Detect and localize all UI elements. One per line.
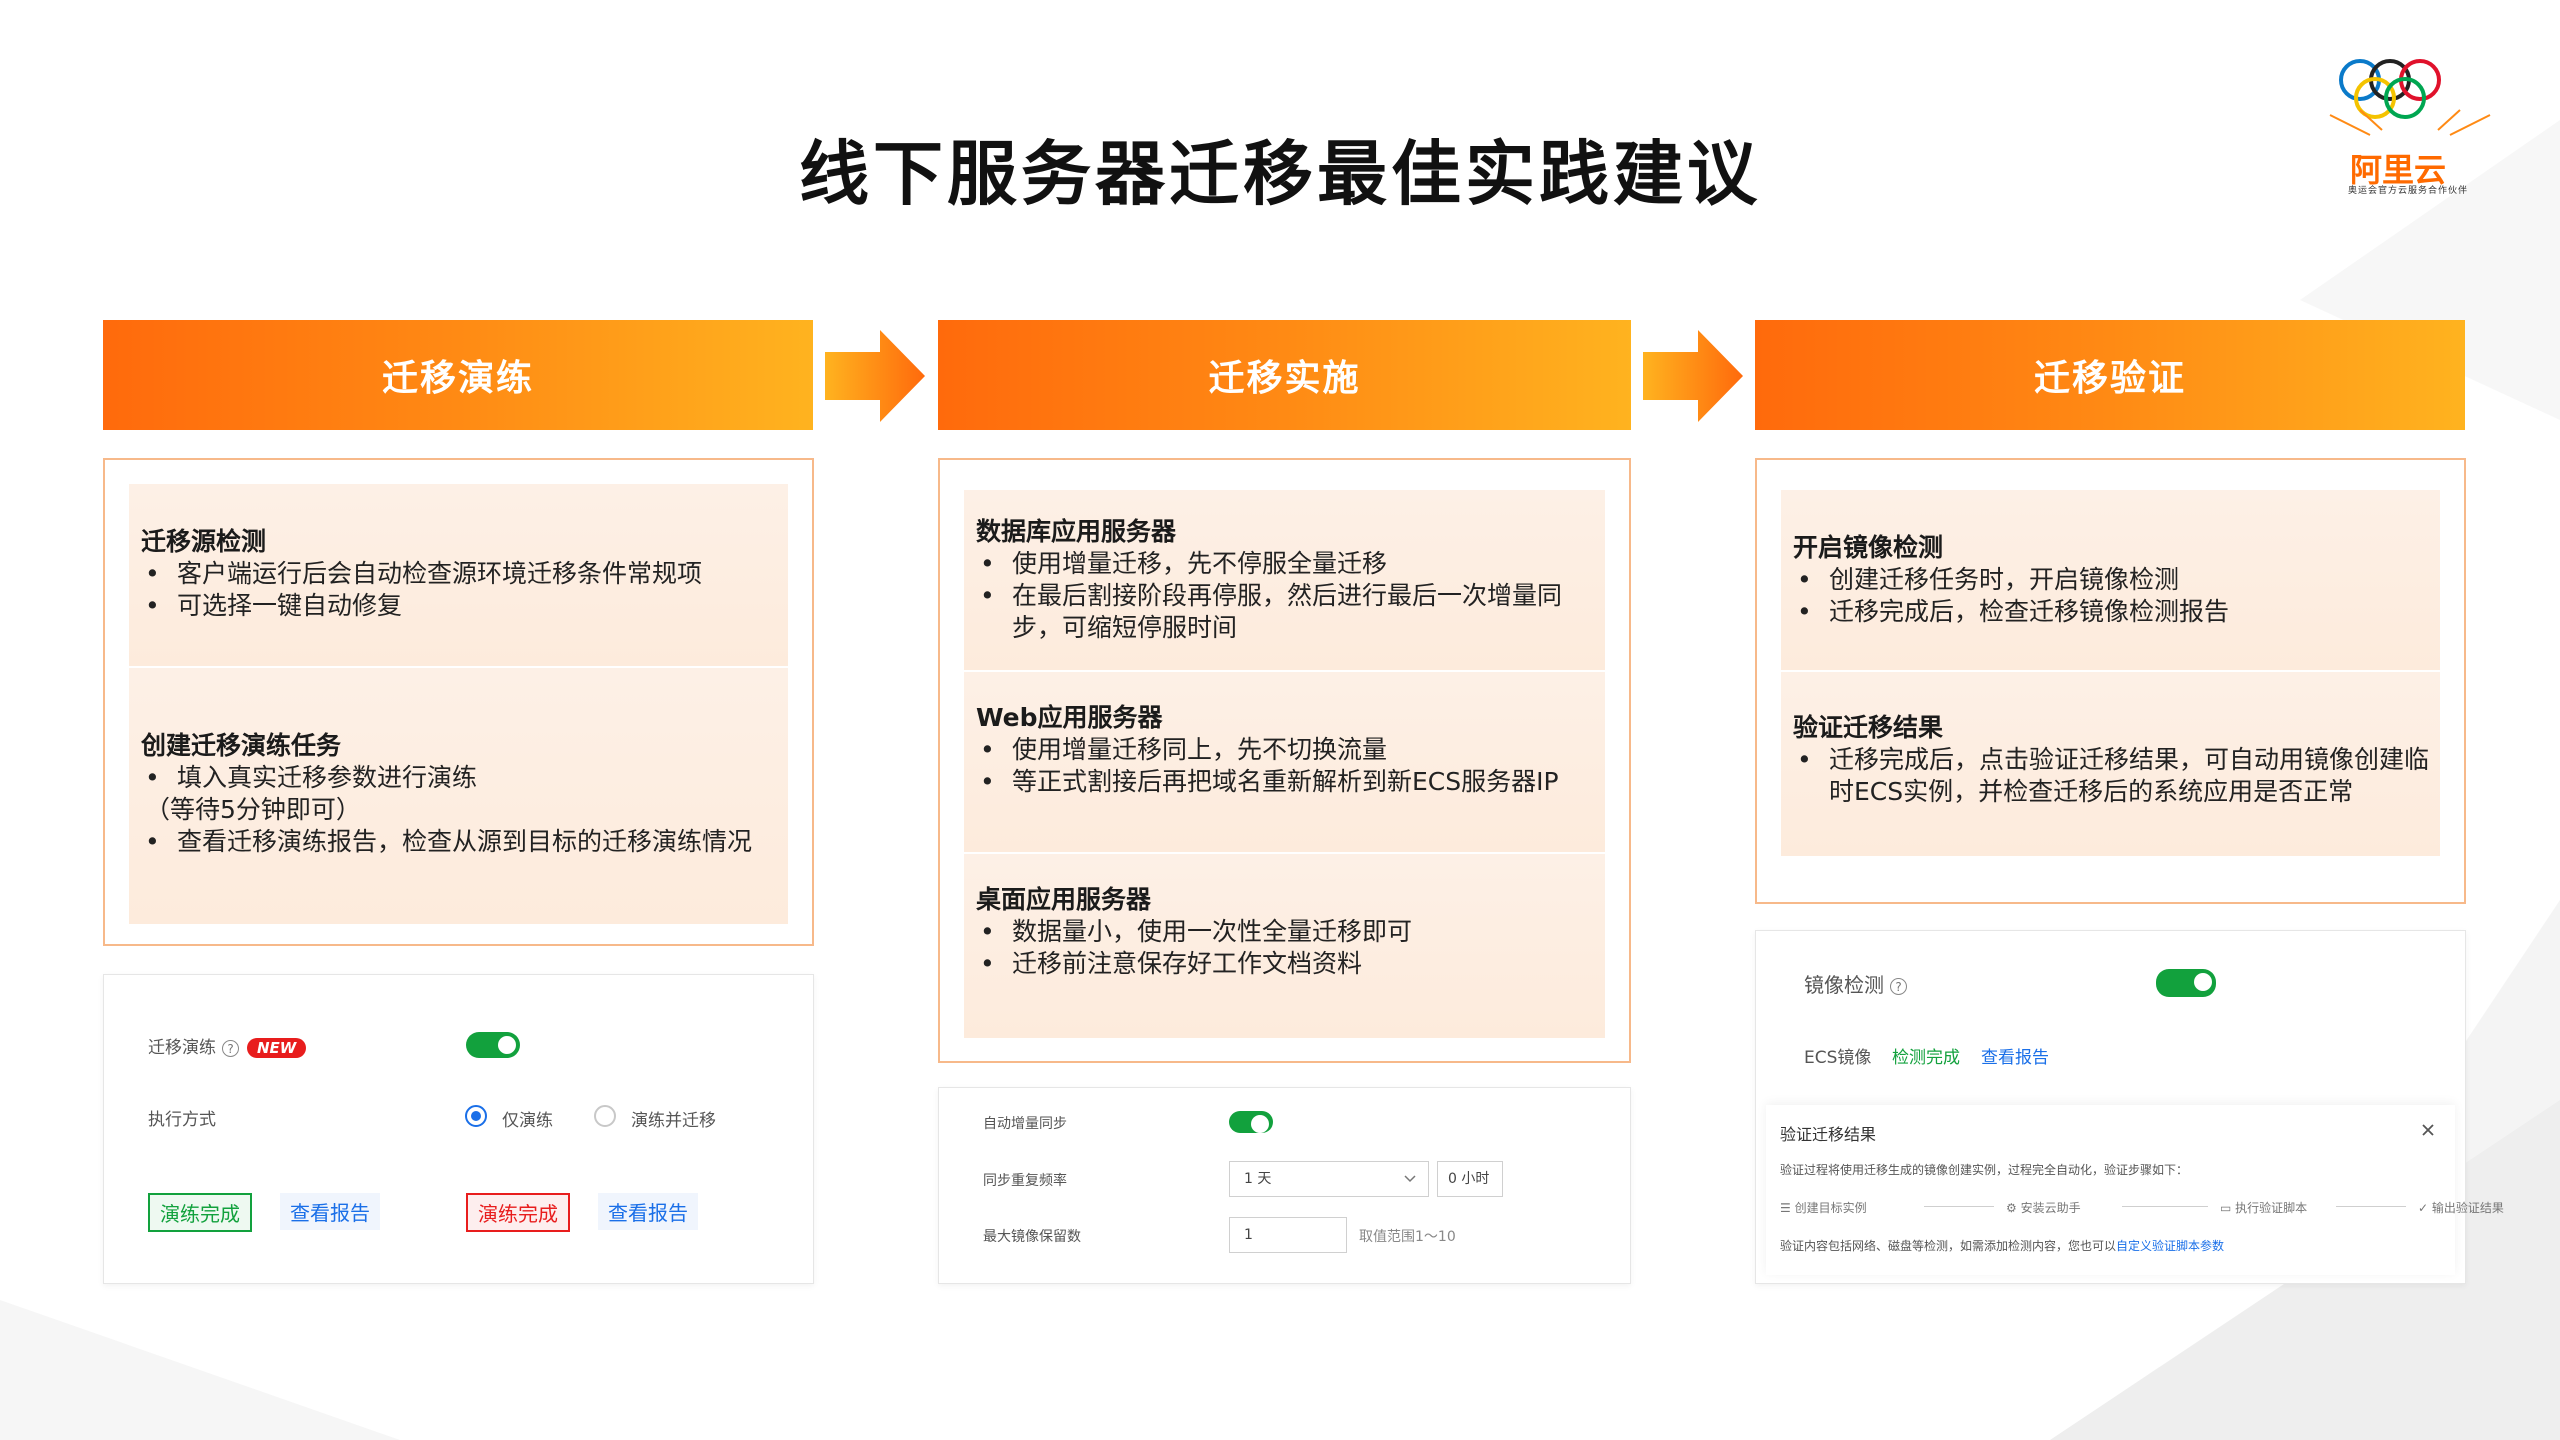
section-image-check: 开启镜像检测 创建迁移任务时，开启镜像检测 迁移完成后，检查迁移镜像检测报告 — [1781, 490, 2440, 670]
radio-drill-only-label[interactable]: 仅演练 — [502, 1106, 553, 1131]
chevron-down-icon — [1404, 1175, 1416, 1183]
step-connector — [2336, 1206, 2406, 1207]
gear-icon: ⚙ — [2006, 1201, 2021, 1215]
radio-drill-and-migrate-label[interactable]: 演练并迁移 — [631, 1106, 716, 1131]
max-images-input[interactable]: 1 — [1229, 1217, 1347, 1253]
drill-label: 迁移演练 — [148, 1038, 216, 1058]
bullet-item: 等正式割接后再把域名重新解析到新ECS服务器IP — [976, 766, 1597, 798]
dialog-step-label: 安装云助手 — [2020, 1201, 2081, 1215]
custom-script-link[interactable]: 自定义验证脚本参数 — [2116, 1239, 2224, 1253]
view-report-link[interactable]: 查看报告 — [1981, 1043, 2049, 1068]
bullet-item: 可选择一键自动修复 — [141, 590, 780, 622]
help-icon[interactable]: ? — [1890, 978, 1907, 995]
script-icon: ▭ — [2220, 1201, 2236, 1215]
image-check-toggle[interactable] — [2156, 969, 2216, 997]
dialog-title: 验证迁移结果 — [1780, 1125, 1877, 1144]
bullet-item: 客户端运行后会自动检查源环境迁移条件常规项 — [141, 558, 780, 590]
bullet-note: （等待5分钟即可） — [145, 795, 361, 824]
view-report-link[interactable]: 查看报告 — [598, 1193, 698, 1230]
dialog-footer-text: 验证内容包括网络、磁盘等检测，如需添加检测内容，您也可以 — [1780, 1239, 2117, 1253]
auto-sync-toggle[interactable] — [1229, 1111, 1273, 1133]
dialog-step-item: ⚙ 安装云助手 — [2006, 1199, 2081, 1216]
section-desktop-server: 桌面应用服务器 数据量小，使用一次性全量迁移即可 迁移前注意保存好工作文档资料 — [964, 854, 1605, 1038]
image-check-label: 镜像检测 — [1804, 973, 1884, 997]
drill-settings-panel: 迁移演练? NEW 执行方式 仅演练 演练并迁移 演练完成 查看报告 演练完成 查… — [103, 974, 814, 1284]
radio-drill-only[interactable] — [465, 1105, 487, 1127]
radio-drill-and-migrate[interactable] — [594, 1105, 616, 1127]
check-done-status: 检测完成 — [1892, 1048, 1960, 1068]
verify-settings-panel: 镜像检测? ECS镜像 检测完成 查看报告 验证迁移结果 验证过程将使用迁移生成… — [1755, 930, 2504, 1284]
page-title: 线下服务器迁移最佳实践建议 — [799, 133, 1761, 215]
bullet-item: 使用增量迁移，先不停服全量迁移 — [976, 548, 1597, 580]
range-hint: 取值范围1～10 — [1359, 1229, 1456, 1245]
verify-dialog: 验证迁移结果 验证过程将使用迁移生成的镜像创建实例，过程完全自动化，验证步骤如下… — [1766, 1105, 2504, 1275]
bullet-item: 数据量小，使用一次性全量迁移即可 — [976, 916, 1597, 948]
section-db-server: 数据库应用服务器 使用增量迁移，先不停服全量迁移 在最后割接阶段再停服，然后进行… — [964, 490, 1605, 670]
bullet-item: 在最后割接阶段再停服，然后进行最后一次增量同步，可缩短停服时间 — [976, 580, 1597, 644]
section-title: 数据库应用服务器 — [976, 517, 1177, 546]
bullet-item: 迁移前注意保存好工作文档资料 — [976, 948, 1597, 980]
dialog-step-item: ▭ 执行验证脚本 — [2220, 1199, 2307, 1216]
section-title: Web应用服务器 — [976, 703, 1163, 732]
mode-label: 执行方式 — [148, 1110, 216, 1130]
step-label: 迁移验证 — [2033, 358, 2186, 399]
dialog-footer: 验证内容包括网络、磁盘等检测，如需添加检测内容，您也可以自定义验证脚本参数 — [1780, 1237, 2224, 1254]
step-header-verify: 迁移验证 — [1755, 320, 2465, 430]
dialog-step-item: ✓ 输出验证结果 — [2418, 1199, 2504, 1216]
section-verify-result: 验证迁移结果 迁移完成后，点击验证迁移结果，可自动用镜像创建临时ECS实例，并检… — [1781, 672, 2440, 856]
bullet-item: 迁移完成后，点击验证迁移结果，可自动用镜像创建临时ECS实例，并检查迁移后的系统… — [1793, 744, 2432, 808]
dialog-step-label: 执行验证脚本 — [2235, 1201, 2308, 1215]
section-title: 开启镜像检测 — [1793, 533, 1944, 562]
bullet-item: 查看迁移演练报告，检查从源到目标的迁移演练情况 — [141, 826, 780, 858]
bullet-item: 迁移完成后，检查迁移镜像检测报告 — [1793, 596, 2432, 628]
arrow-right-icon — [825, 330, 925, 422]
frequency-select[interactable]: 1 天 — [1229, 1161, 1429, 1197]
drill-toggle[interactable] — [466, 1032, 520, 1058]
section-title: 验证迁移结果 — [1793, 713, 1944, 742]
check-circle-icon: ✓ — [2418, 1201, 2432, 1215]
step-header-implement: 迁移实施 — [938, 320, 1631, 430]
auto-sync-label: 自动增量同步 — [983, 1116, 1067, 1132]
section-create-drill: 创建迁移演练任务 填入真实迁移参数进行演练 （等待5分钟即可） 查看迁移演练报告… — [129, 668, 788, 924]
section-web-server: Web应用服务器 使用增量迁移同上，先不切换流量 等正式割接后再把域名重新解析到… — [964, 672, 1605, 852]
step-connector — [2122, 1206, 2208, 1207]
step-header-drill: 迁移演练 — [103, 320, 813, 430]
hours-input[interactable]: 0 小时 — [1437, 1161, 1503, 1197]
card-drill: 迁移源检测 客户端运行后会自动检查源环境迁移条件常规项 可选择一键自动修复 创建… — [103, 458, 814, 946]
max-images-label: 最大镜像保留数 — [983, 1229, 1081, 1245]
section-title: 创建迁移演练任务 — [141, 731, 342, 760]
bullet-item: 使用增量迁移同上，先不切换流量 — [976, 734, 1597, 766]
step-connector — [1924, 1206, 1994, 1207]
section-title: 迁移源检测 — [141, 527, 267, 556]
drill-done-tag-red: 演练完成 — [466, 1193, 570, 1232]
bullet-item: 填入真实迁移参数进行演练 — [141, 762, 780, 794]
image-check-row: 镜像检测? — [1804, 969, 1907, 998]
step-label: 迁移演练 — [381, 358, 534, 399]
dialog-step-item: ☰ 创建目标实例 — [1780, 1199, 1867, 1216]
drill-done-tag-green: 演练完成 — [148, 1193, 252, 1232]
sync-settings-panel: 自动增量同步 同步重复频率 1 天 0 小时 最大镜像保留数 1 取值范围1～1… — [938, 1087, 1631, 1284]
card-verify: 开启镜像检测 创建迁移任务时，开启镜像检测 迁移完成后，检查迁移镜像检测报告 验… — [1755, 458, 2466, 904]
new-badge: NEW — [247, 1038, 307, 1058]
dialog-step-label: 创建目标实例 — [1794, 1201, 1867, 1215]
ecs-image-label: ECS镜像 — [1804, 1048, 1872, 1068]
drill-label-row: 迁移演练? NEW — [148, 1033, 307, 1058]
help-icon[interactable]: ? — [222, 1039, 239, 1057]
step-label: 迁移实施 — [1208, 358, 1361, 399]
view-report-link[interactable]: 查看报告 — [280, 1193, 380, 1230]
section-title: 桌面应用服务器 — [976, 885, 1152, 914]
frequency-value: 1 天 — [1244, 1171, 1272, 1187]
card-implement: 数据库应用服务器 使用增量迁移，先不停服全量迁移 在最后割接阶段再停服，然后进行… — [938, 458, 1631, 1063]
section-source-check: 迁移源检测 客户端运行后会自动检查源环境迁移条件常规项 可选择一键自动修复 — [129, 484, 788, 666]
server-icon: ☰ — [1780, 1201, 1795, 1215]
dialog-desc: 验证过程将使用迁移生成的镜像创建实例，过程完全自动化，验证步骤如下： — [1780, 1163, 2189, 1177]
frequency-label: 同步重复频率 — [983, 1173, 1067, 1189]
close-icon[interactable] — [2421, 1123, 2435, 1137]
dialog-step-label: 输出验证结果 — [2431, 1201, 2504, 1215]
bullet-item: 创建迁移任务时，开启镜像检测 — [1793, 564, 2432, 596]
arrow-right-icon — [1643, 330, 1743, 422]
